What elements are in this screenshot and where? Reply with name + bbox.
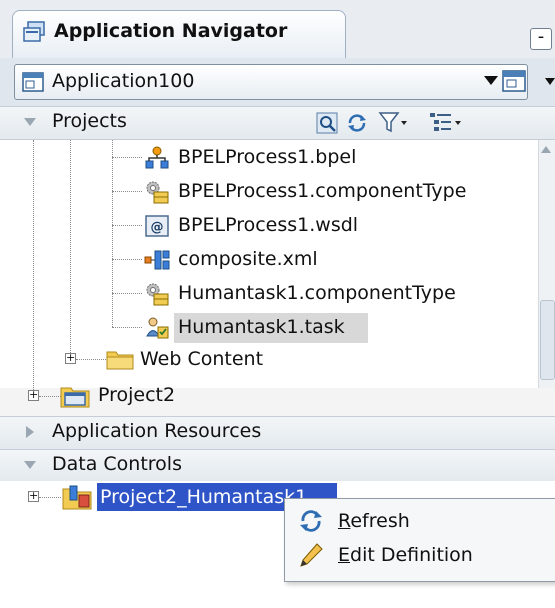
tree-item-label[interactable]: BPELProcess1.componentType bbox=[178, 180, 466, 202]
expand-section-icon[interactable] bbox=[26, 426, 34, 438]
collapse-icon[interactable] bbox=[24, 461, 36, 469]
tree-guide-line bbox=[76, 359, 106, 360]
tree-item-label[interactable]: Project2 bbox=[98, 384, 175, 406]
tree-guide-line bbox=[33, 140, 34, 396]
filter-icon[interactable] bbox=[378, 110, 408, 134]
scrollbar-thumb[interactable] bbox=[540, 300, 555, 380]
menu-item-label: efresh bbox=[350, 510, 410, 532]
tree-guide-line bbox=[112, 225, 142, 226]
collapse-icon[interactable] bbox=[24, 118, 36, 126]
menu-item-mnemonic: R bbox=[338, 510, 351, 532]
tree-item-label[interactable]: Web Content bbox=[140, 348, 263, 370]
data-controls-label: Data Controls bbox=[52, 453, 182, 475]
tree-guide-line bbox=[112, 191, 142, 192]
application-menu-icon[interactable] bbox=[502, 70, 526, 92]
composite-icon bbox=[144, 250, 170, 270]
tree-item-label[interactable]: composite.xml bbox=[178, 248, 318, 270]
expand-icon[interactable]: + bbox=[28, 490, 39, 502]
bpel-process-icon bbox=[145, 146, 169, 169]
component-type-icon bbox=[146, 181, 169, 204]
refresh-icon bbox=[300, 510, 322, 532]
chevron-down-icon[interactable] bbox=[484, 76, 498, 85]
tree-guide-line bbox=[112, 140, 113, 327]
tree-guide-line bbox=[112, 327, 142, 328]
menu-item-mnemonic: E bbox=[338, 544, 351, 566]
context-menu bbox=[284, 498, 555, 582]
find-icon[interactable] bbox=[316, 112, 338, 134]
tree-guide-line bbox=[39, 396, 61, 397]
component-type-icon bbox=[146, 283, 169, 306]
tree-item-label[interactable]: Humantask1.componentType bbox=[178, 282, 456, 304]
refresh-icon[interactable] bbox=[346, 112, 368, 134]
scroll-up-arrow-icon[interactable] bbox=[541, 146, 551, 153]
tree-item-label[interactable]: BPELProcess1.bpel bbox=[178, 146, 356, 168]
menu-item-edit-definition[interactable]: Edit Definition bbox=[338, 544, 473, 566]
data-control-icon bbox=[62, 485, 92, 510]
project-icon bbox=[60, 387, 90, 408]
tree-guide-line bbox=[70, 140, 71, 359]
chevron-down-icon[interactable] bbox=[545, 78, 555, 85]
tree-guide-line bbox=[112, 293, 142, 294]
application-navigator-icon bbox=[23, 21, 45, 42]
application-name: Application100 bbox=[52, 70, 195, 92]
wsdl-icon: @ bbox=[145, 215, 169, 237]
expand-icon[interactable]: + bbox=[65, 352, 76, 364]
edit-pencil-icon bbox=[300, 543, 323, 567]
navigator-title: Application Navigator bbox=[54, 20, 288, 42]
tree-options-icon[interactable] bbox=[428, 110, 464, 134]
tree-item-label[interactable]: Humantask1.task bbox=[178, 316, 345, 338]
svg-text:@: @ bbox=[151, 220, 164, 235]
projects-header-label: Projects bbox=[52, 110, 127, 132]
tree-guide-line bbox=[39, 497, 61, 498]
expand-icon[interactable]: + bbox=[28, 389, 39, 401]
application-resources-label: Application Resources bbox=[52, 420, 262, 442]
menu-item-refresh[interactable]: Refresh bbox=[338, 510, 410, 532]
tree-guide-line bbox=[112, 157, 142, 158]
tree-guide-line bbox=[112, 259, 142, 260]
menu-item-label: dit Definition bbox=[350, 544, 473, 566]
folder-icon bbox=[106, 351, 134, 370]
human-task-icon bbox=[146, 317, 169, 339]
minimize-button[interactable]: - bbox=[530, 28, 552, 50]
data-control-item[interactable]: Project2_Humantask1 bbox=[100, 486, 307, 508]
tree-item-label[interactable]: BPELProcess1.wsdl bbox=[178, 214, 358, 236]
application-icon bbox=[22, 72, 44, 92]
